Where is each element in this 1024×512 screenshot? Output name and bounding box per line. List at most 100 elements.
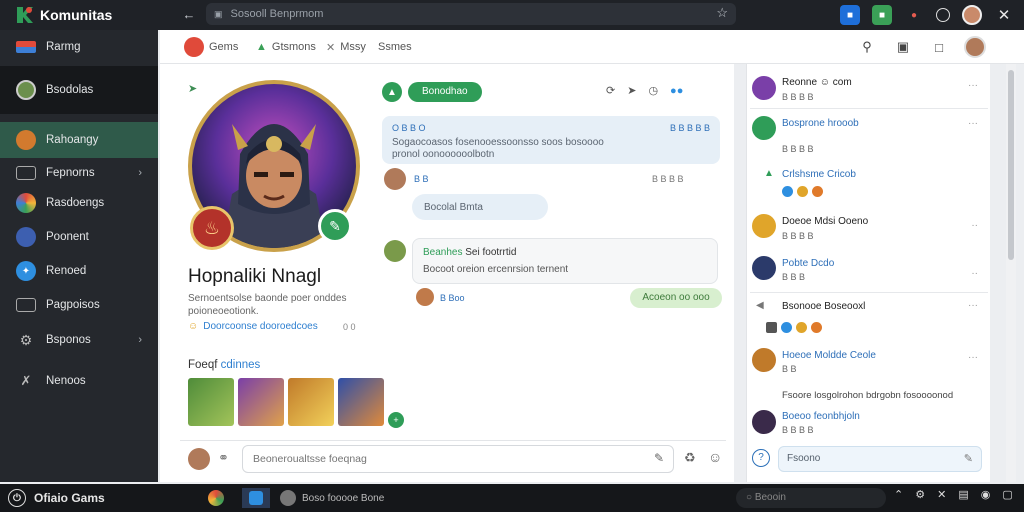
- message-input[interactable]: [242, 445, 674, 473]
- sidebar-item-label: Bsodolas: [46, 84, 94, 96]
- sidebar-item-rahoangy[interactable]: Rahoangy: [0, 122, 158, 158]
- sidebar-item-rarmg[interactable]: Rarmg: [0, 32, 158, 62]
- list-item[interactable]: ◀ Bsonooe Boseooxl ···: [750, 300, 988, 336]
- list-item[interactable]: Fsoore losgolrohon bdrgobn fosoooonod: [750, 388, 988, 406]
- divider: [750, 292, 988, 293]
- battery-icon[interactable]: ▤: [958, 488, 968, 501]
- notification-icon[interactable]: ●: [904, 5, 924, 25]
- refresh-icon[interactable]: ⟳: [606, 84, 615, 97]
- friend-thumb[interactable]: [188, 378, 234, 426]
- avatar[interactable]: [384, 240, 406, 262]
- more-icon[interactable]: ···: [968, 118, 978, 129]
- window-icon[interactable]: □: [928, 36, 950, 58]
- message-bubble[interactable]: Bocolal Bmta: [412, 194, 548, 220]
- group-icon: [752, 116, 776, 140]
- bookmark-star-icon[interactable]: ☆: [716, 5, 728, 21]
- app-header: Gems ▲ Gtsmons ✕ Mssy Ssmes ⚲ ▣ □: [160, 30, 1024, 64]
- taskbar-app-chrome[interactable]: [208, 488, 224, 508]
- more-icon[interactable]: ···: [968, 300, 978, 311]
- back-arrow-icon[interactable]: ←: [180, 6, 198, 24]
- attachment-icon[interactable]: ✎: [964, 447, 973, 471]
- sidebar-item-label: Renoed: [46, 265, 87, 277]
- user-circle-icon[interactable]: ◉: [981, 488, 991, 501]
- profile-count: 0 0: [343, 322, 356, 332]
- reply-pill[interactable]: Acoeon oo ooo: [630, 288, 722, 308]
- sidebar-item-nenoos[interactable]: ✗ Nenoos: [0, 366, 158, 396]
- clock-icon[interactable]: ◷: [648, 84, 658, 97]
- tab-gems[interactable]: Gems: [184, 37, 238, 57]
- taskbar-app-active[interactable]: [242, 488, 270, 508]
- avatar[interactable]: [188, 448, 210, 470]
- tab-gtsmons[interactable]: ▲ Gtsmons: [256, 38, 316, 56]
- taskbar-search[interactable]: ○ Beooin: [736, 488, 886, 508]
- chevron-up-icon[interactable]: ⌃: [894, 488, 903, 501]
- extension-green-icon[interactable]: ■: [872, 5, 892, 25]
- toggle-icon[interactable]: ●●: [670, 85, 683, 97]
- friend-thumb[interactable]: [338, 378, 384, 426]
- sidebar-item-label: Rarmg: [46, 41, 81, 53]
- share-icon[interactable]: ➤: [627, 84, 636, 97]
- sidebar-item-label: Bsponos: [46, 334, 91, 346]
- list-item[interactable]: Bosprone hrooob B B B B ···: [750, 116, 988, 156]
- sidebar-item-label: Fepnorns: [46, 167, 95, 179]
- pen-icon[interactable]: ✎: [654, 451, 664, 465]
- sidebar-item-renoed[interactable]: ✦ Renoed: [0, 256, 158, 286]
- close-icon[interactable]: ✕: [994, 5, 1014, 25]
- list-item[interactable]: Doeoe Mdsi Ooeno B B B B ··: [750, 214, 988, 244]
- list-item[interactable]: Reonne ☺ com B B B B ···: [750, 76, 988, 106]
- chat-filter-pill[interactable]: Bonodhao: [408, 82, 482, 102]
- message-card[interactable]: O B B O B B B B B Sogaocoasos fosenooess…: [382, 116, 720, 164]
- message-card[interactable]: Beanhes Sei footrrtid Bocoot oreion erce…: [412, 238, 718, 284]
- edit-badge-icon[interactable]: ✎: [318, 209, 352, 243]
- list-item-sub: B B B B: [782, 231, 814, 241]
- app-title: Komunitas: [40, 7, 113, 23]
- colorful-globe-icon: [16, 193, 36, 213]
- avatar[interactable]: [384, 168, 406, 190]
- tab-ssmes[interactable]: Ssmes: [378, 38, 412, 56]
- message-body: Bocoot oreion ercenrsion ternent: [423, 264, 569, 275]
- friend-thumb[interactable]: [288, 378, 334, 426]
- bag-icon[interactable]: ▣: [892, 36, 914, 58]
- sidebar-item-fepnorns[interactable]: Fepnorns ›: [0, 158, 158, 188]
- emoji-icon[interactable]: ☺: [708, 449, 722, 465]
- tree-icon[interactable]: ▲: [382, 82, 402, 102]
- scrollbar[interactable]: [1006, 64, 1016, 482]
- more-icon[interactable]: ···: [968, 80, 978, 91]
- attach-icon[interactable]: ⚭: [218, 450, 229, 466]
- network-icon[interactable]: ⚙: [915, 488, 925, 501]
- scrollbar-thumb[interactable]: [1008, 70, 1014, 260]
- chevron-right-icon: ›: [138, 334, 142, 346]
- profile-link[interactable]: ☺ Doorcoonse dooroedcoes: [188, 321, 318, 332]
- sidebar-item-rasdoengs[interactable]: Rasdoengs: [0, 188, 158, 218]
- gif-icon[interactable]: ♻: [684, 450, 696, 466]
- more-icon[interactable]: ··: [971, 220, 978, 231]
- sidebar-item-bsodolas[interactable]: Bsodolas: [0, 66, 158, 114]
- status-circle-icon[interactable]: [936, 8, 950, 22]
- user-avatar-top[interactable]: [962, 5, 982, 25]
- taskbar-app-window[interactable]: Boso fooooe Bone: [280, 488, 384, 508]
- right-compose-input[interactable]: Fsoono ✎: [778, 446, 982, 472]
- taskbar-brand[interactable]: ⏻ Ofiaio Gams: [8, 489, 105, 507]
- more-friends-button[interactable]: +: [388, 412, 404, 428]
- wifi-icon[interactable]: ✕: [937, 488, 946, 501]
- tab-mssy[interactable]: ✕ Mssy: [326, 38, 366, 56]
- sidebar-item-pagpoisos[interactable]: Pagpoisos: [0, 290, 158, 320]
- sidebar-item-bsponos[interactable]: ⚙ Bsponos ›: [0, 325, 158, 355]
- list-item[interactable]: ▲ Crlshsme Cricob: [750, 168, 988, 204]
- more-icon[interactable]: ···: [968, 352, 978, 363]
- search-icon[interactable]: ⚲: [856, 36, 878, 58]
- help-icon[interactable]: ?: [752, 449, 770, 467]
- list-item[interactable]: Boeoo feonbhjoln B B B B: [750, 410, 988, 438]
- list-item[interactable]: Pobte Dcdo B B B ··: [750, 256, 988, 286]
- sidebar-item-poonent[interactable]: Poonent: [0, 222, 158, 252]
- friend-thumb[interactable]: [238, 378, 284, 426]
- notifications-icon[interactable]: ▢: [1002, 488, 1012, 501]
- sidebar: Rarmg Bsodolas Rahoangy Fepnorns › Rasdo…: [0, 30, 158, 482]
- avatar[interactable]: [416, 288, 434, 306]
- list-item[interactable]: Hoeoe Moldde Ceole B B ···: [750, 348, 988, 378]
- url-bar[interactable]: ▣ Sosooll Benprmom ☆: [206, 3, 736, 25]
- app-brand[interactable]: Komunitas: [14, 5, 112, 25]
- more-icon[interactable]: ··: [971, 268, 978, 279]
- extension-blue-icon[interactable]: ■: [840, 5, 860, 25]
- profile-avatar-icon[interactable]: [964, 36, 986, 58]
